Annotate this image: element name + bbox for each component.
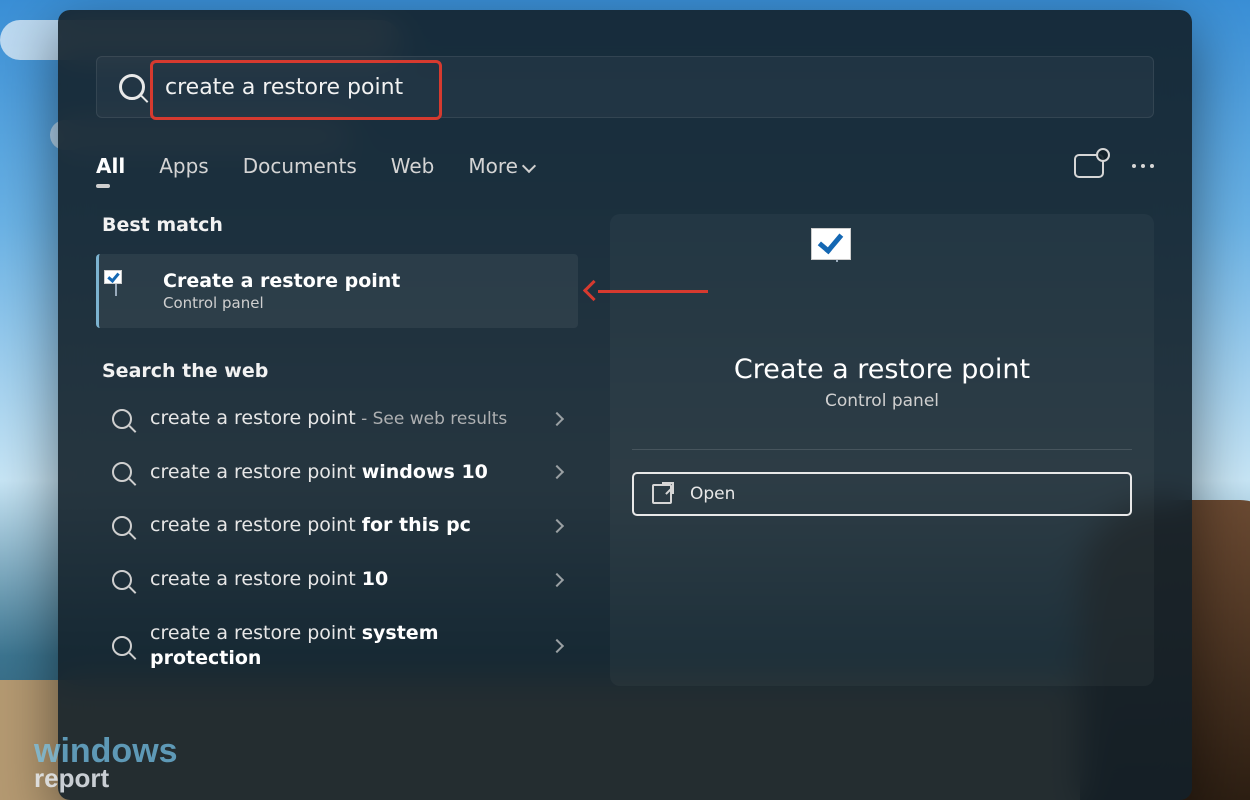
- chevron-right-icon: [550, 573, 564, 587]
- preview-subtitle: Control panel: [825, 391, 939, 411]
- search-panel: All Apps Documents Web More Best match C…: [58, 10, 1192, 800]
- web-result-for-this-pc[interactable]: create a restore point for this pc: [96, 499, 578, 553]
- chevron-right-icon: [550, 412, 564, 426]
- monitor-check-icon: [115, 276, 149, 306]
- search-icon: [112, 462, 132, 482]
- search-icon: [112, 516, 132, 536]
- chevron-right-icon: [550, 465, 564, 479]
- open-button-label: Open: [690, 484, 735, 504]
- web-result-label: create a restore point for this pc: [150, 513, 534, 539]
- best-match-subtitle: Control panel: [163, 294, 400, 312]
- open-button[interactable]: Open: [632, 472, 1132, 516]
- tab-web[interactable]: Web: [391, 154, 435, 178]
- tab-more[interactable]: More: [468, 154, 534, 178]
- preview-title: Create a restore point: [734, 354, 1030, 385]
- tab-documents[interactable]: Documents: [243, 154, 357, 178]
- chevron-down-icon: [522, 159, 536, 173]
- chevron-right-icon: [550, 639, 564, 653]
- search-icon: [112, 409, 132, 429]
- best-match-result[interactable]: Create a restore point Control panel: [96, 254, 578, 328]
- ellipsis-icon[interactable]: [1132, 164, 1154, 168]
- web-results-list: create a restore point - See web results…: [96, 392, 578, 686]
- open-external-icon: [652, 484, 672, 504]
- monitor-check-icon: [836, 242, 928, 326]
- tab-apps[interactable]: Apps: [159, 154, 209, 178]
- web-result-windows10[interactable]: create a restore point windows 10: [96, 446, 578, 500]
- web-result-label: create a restore point system protection: [150, 621, 534, 672]
- filter-tabs-row: All Apps Documents Web More: [96, 154, 1154, 178]
- web-result-label: create a restore point windows 10: [150, 460, 534, 486]
- search-icon: [119, 74, 145, 100]
- chevron-right-icon: [550, 519, 564, 533]
- web-result-10[interactable]: create a restore point 10: [96, 553, 578, 607]
- tab-all[interactable]: All: [96, 154, 125, 178]
- web-result-system-protection[interactable]: create a restore point system protection: [96, 607, 578, 686]
- search-input[interactable]: [163, 74, 1131, 101]
- web-result-see-web[interactable]: create a restore point - See web results: [96, 392, 578, 446]
- best-match-heading: Best match: [102, 214, 578, 236]
- search-bar[interactable]: [96, 56, 1154, 118]
- results-left-column: Best match Create a restore point Contro…: [96, 214, 578, 686]
- search-icon: [112, 570, 132, 590]
- web-result-label: create a restore point 10: [150, 567, 534, 593]
- divider: [632, 449, 1132, 450]
- web-result-label: create a restore point - See web results: [150, 406, 534, 432]
- chat-icon[interactable]: [1074, 154, 1104, 178]
- preview-pane: Create a restore point Control panel Ope…: [610, 214, 1154, 686]
- search-icon: [112, 636, 132, 656]
- search-web-heading: Search the web: [102, 360, 578, 382]
- best-match-title: Create a restore point: [163, 270, 400, 292]
